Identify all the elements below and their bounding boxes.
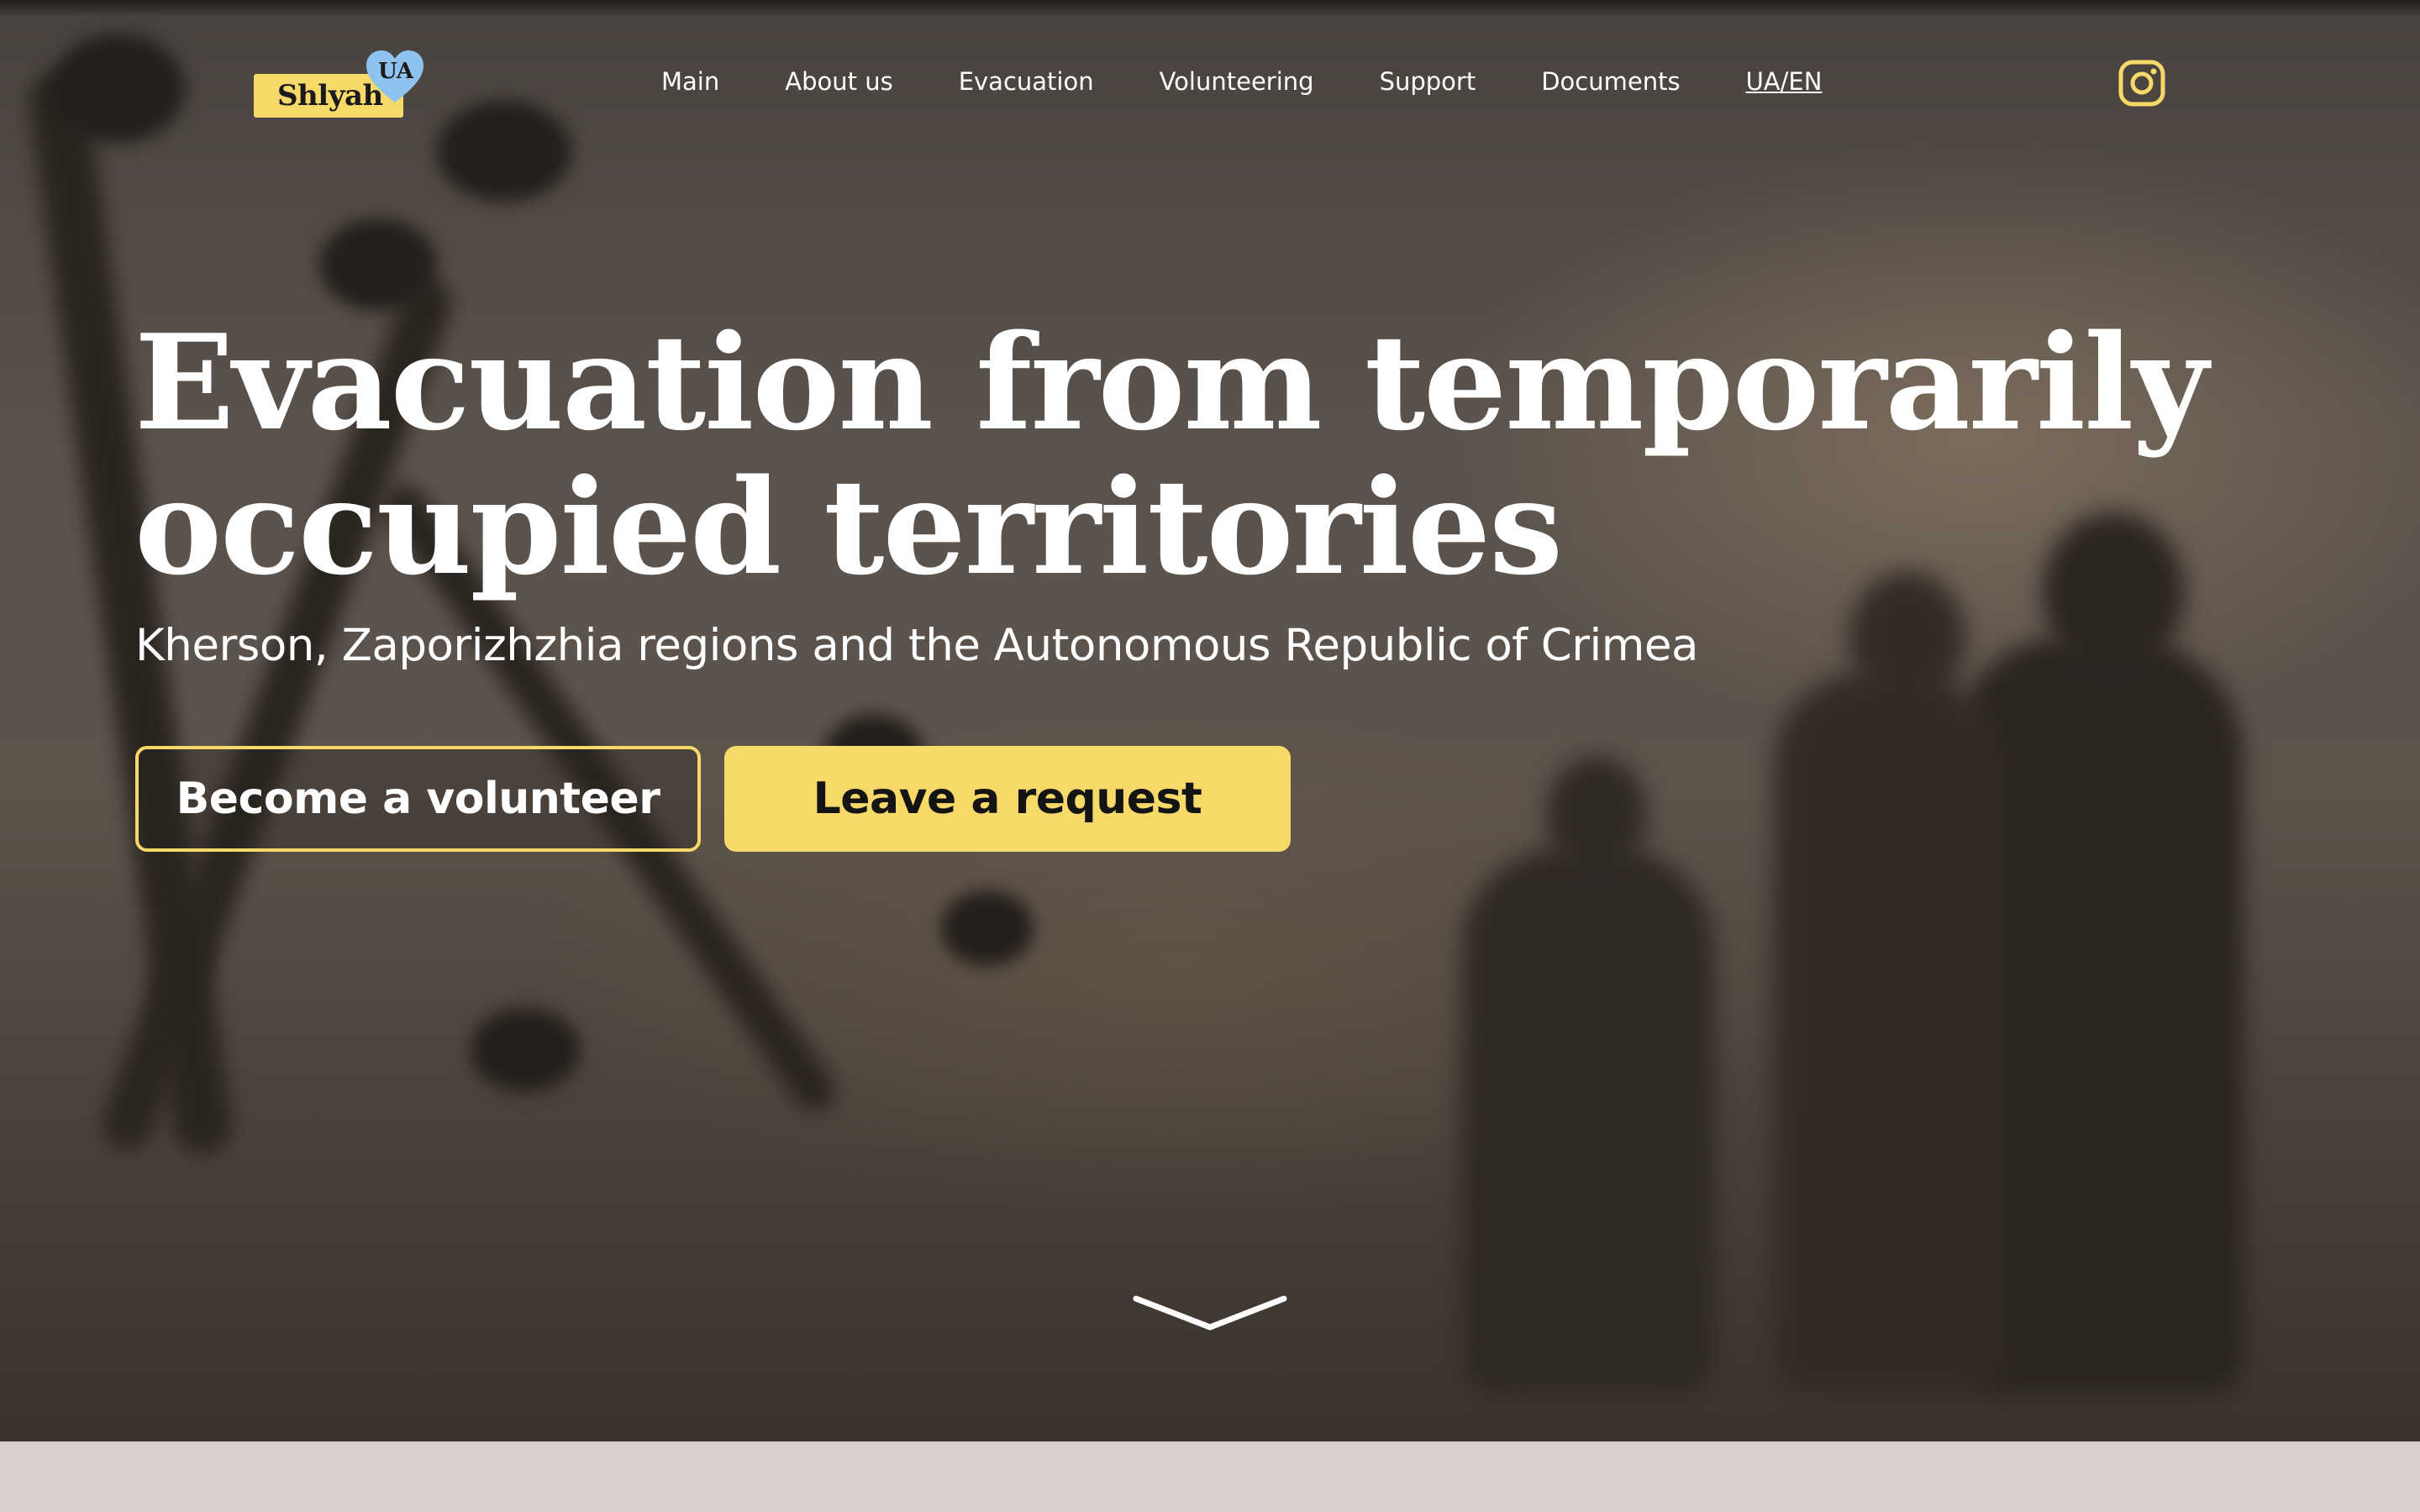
- instagram-icon[interactable]: [2118, 59, 2166, 108]
- background-person: [1462, 848, 1714, 1394]
- background-leaf: [319, 218, 437, 311]
- next-section-strip: [0, 1441, 2420, 1512]
- page-title: Evacuation from temporarily occupied ter…: [134, 311, 2235, 600]
- hero-subtitle: Kherson, Zaporizhzhia regions and the Au…: [135, 620, 1698, 671]
- top-shade: [0, 0, 2420, 17]
- chevron-down-icon[interactable]: [1133, 1294, 1287, 1332]
- main-nav: Main About us Evacuation Volunteering Su…: [661, 67, 1822, 96]
- nav-item-main[interactable]: Main: [661, 67, 719, 96]
- leave-request-label: Leave a request: [813, 774, 1202, 824]
- background-branch: [24, 68, 236, 1158]
- nav-item-evacuation[interactable]: Evacuation: [959, 67, 1094, 96]
- logo[interactable]: Shlyah UA: [252, 49, 429, 124]
- become-volunteer-label: Become a volunteer: [176, 774, 660, 824]
- language-switch[interactable]: UA/EN: [1746, 67, 1823, 96]
- background-leaf: [50, 34, 185, 143]
- background-person: [1773, 672, 2000, 1394]
- background-person: [1958, 638, 2244, 1394]
- background-leaf: [471, 1008, 580, 1092]
- background-person-head: [1546, 756, 1647, 874]
- background-leaf: [437, 101, 571, 202]
- title-line-2: occupied territories: [134, 450, 1563, 604]
- background-leaf: [941, 890, 1034, 966]
- nav-item-documents[interactable]: Documents: [1541, 67, 1680, 96]
- leave-request-button[interactable]: Leave a request: [724, 746, 1291, 852]
- nav-item-about-us[interactable]: About us: [785, 67, 892, 96]
- hero-section: Shlyah UA Main About us Evacuation Volun…: [0, 0, 2420, 1441]
- become-volunteer-button[interactable]: Become a volunteer: [135, 746, 701, 852]
- logo-badge: UA: [378, 59, 414, 84]
- nav-item-volunteering[interactable]: Volunteering: [1160, 67, 1314, 96]
- title-line-1: Evacuation from temporarily: [134, 306, 2208, 459]
- nav-item-support[interactable]: Support: [1380, 67, 1476, 96]
